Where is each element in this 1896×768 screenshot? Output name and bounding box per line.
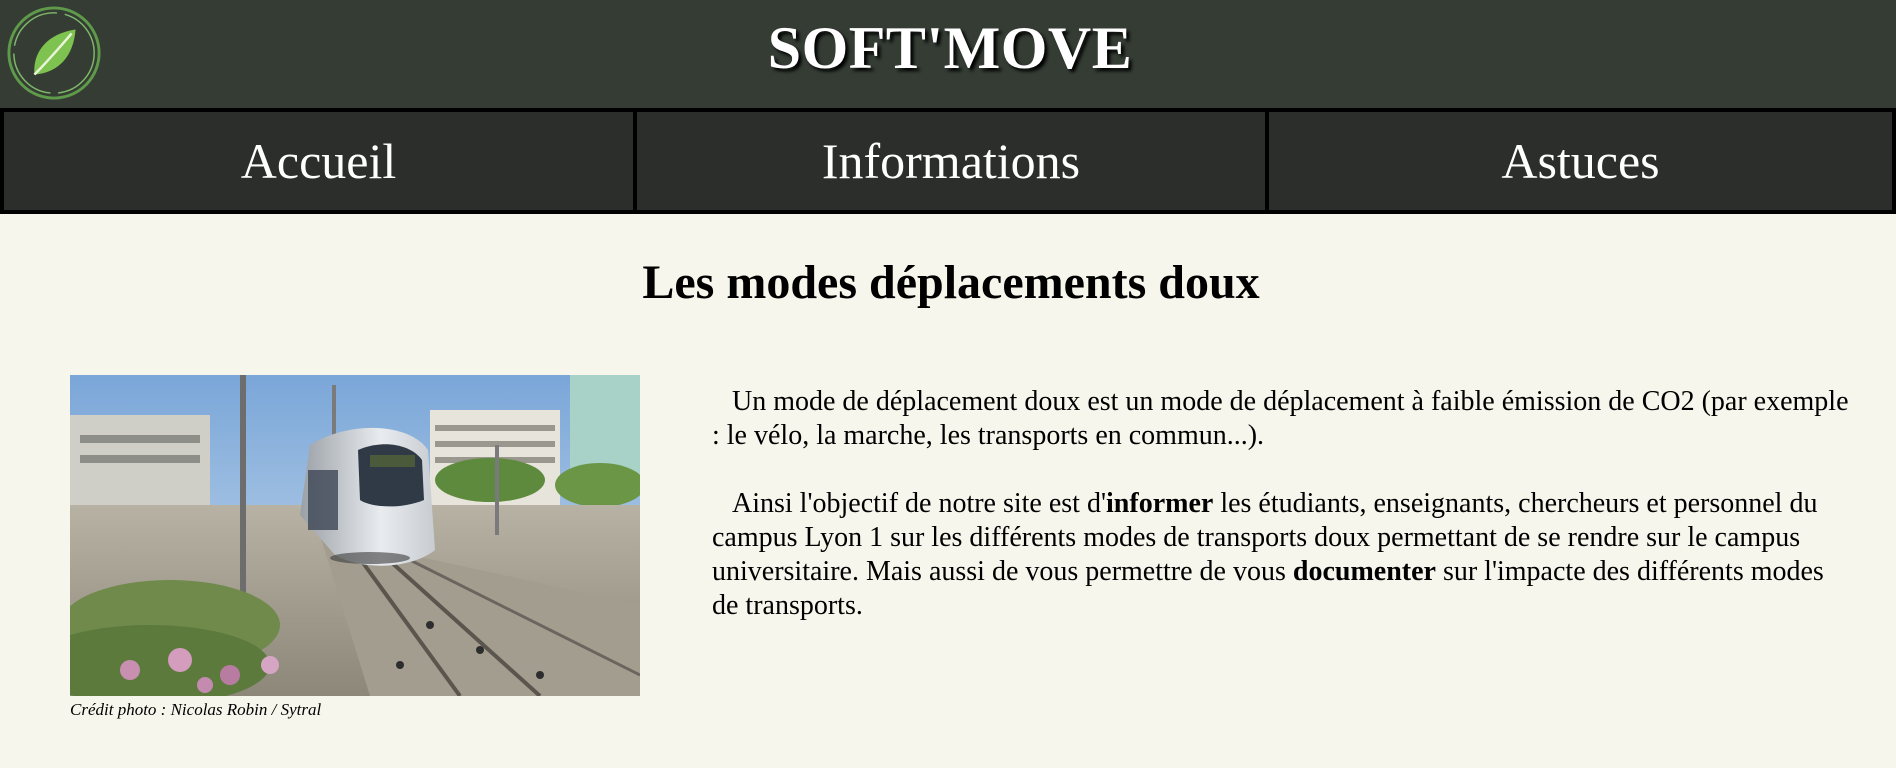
- nav-item-accueil[interactable]: Accueil: [4, 112, 633, 210]
- intro-paragraph-1: Un mode de déplacement doux est un mode …: [712, 386, 1849, 451]
- emphasis-informer: informer: [1106, 488, 1214, 519]
- emphasis-documenter: documenter: [1292, 556, 1436, 587]
- nav-item-astuces[interactable]: Astuces: [1269, 112, 1892, 210]
- intro-paragraph-2: Ainsi l'objectif de notre site est d'inf…: [712, 487, 1852, 623]
- page-title: Les modes déplacements doux: [642, 256, 1260, 309]
- site-header: SOFT'MOVE: [0, 0, 1896, 108]
- paragraph-text: Ainsi l'objectif de notre site est d': [732, 488, 1107, 519]
- tram-photo: [70, 375, 640, 696]
- main-nav: Accueil Informations Astuces: [0, 108, 1896, 214]
- nav-item-informations[interactable]: Informations: [637, 112, 1265, 210]
- intro-text: Un mode de déplacement doux est un mode …: [712, 385, 1852, 657]
- site-title: SOFT'MOVE: [767, 15, 1133, 81]
- photo-caption: Crédit photo : Nicolas Robin / Sytral: [70, 700, 322, 719]
